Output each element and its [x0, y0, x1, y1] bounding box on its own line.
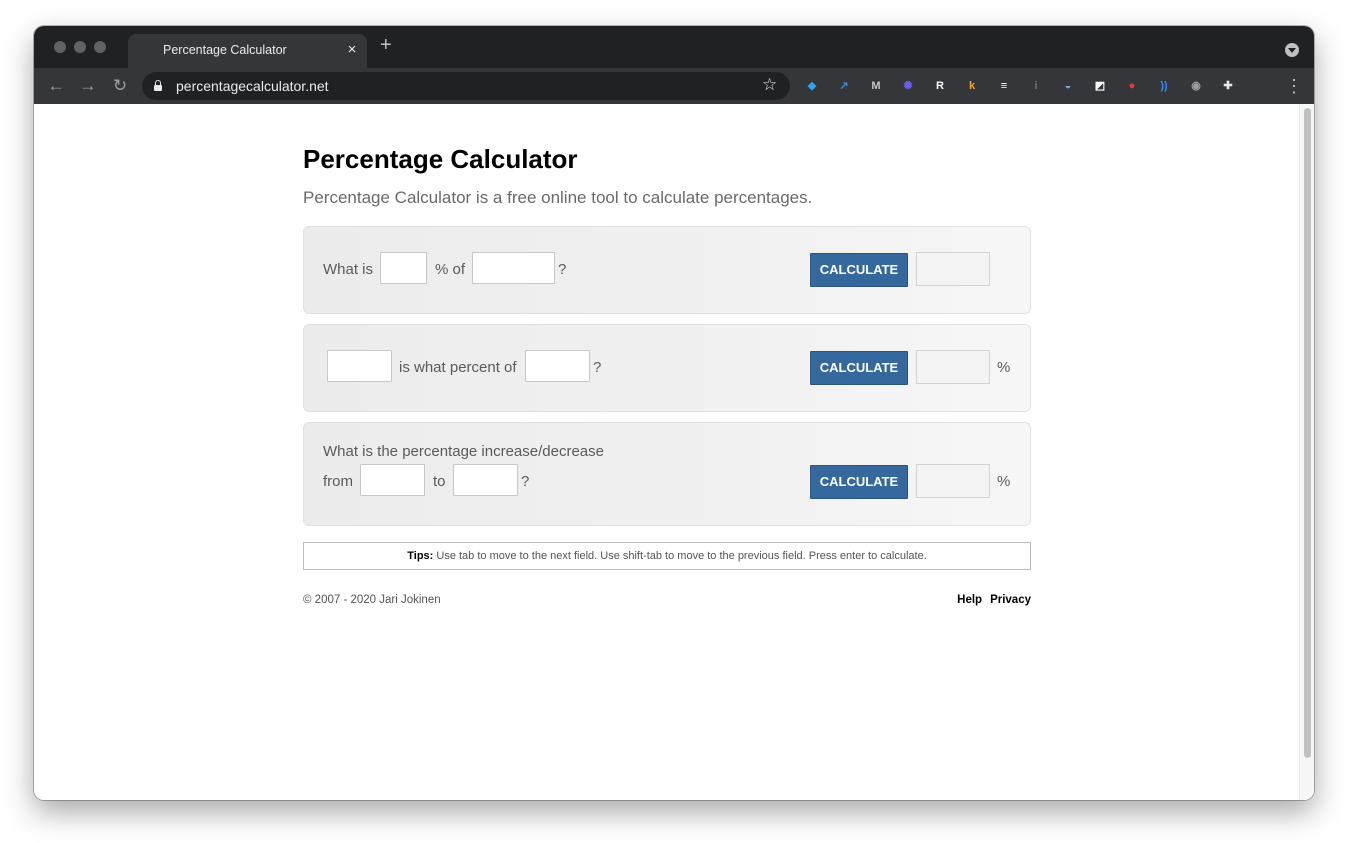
- calc1-result-field[interactable]: [916, 252, 990, 286]
- tab-percentage-calculator[interactable]: Percentage Calculator ×: [128, 34, 367, 68]
- puzzle-extensions-icon[interactable]: ✚: [1220, 78, 1236, 94]
- browser-toolbar: ← → ↻ percentagecalculator.net ☆ ◆ ↗ M ✺ Rk ≡…: [34, 68, 1314, 104]
- calc2-part-input[interactable]: [327, 350, 392, 382]
- footer-links: Help Privacy: [949, 594, 1031, 606]
- scrollbar[interactable]: [1299, 104, 1314, 800]
- new-tab-icon[interactable]: +: [380, 35, 392, 55]
- calc3-result-field[interactable]: [916, 464, 990, 498]
- calc2-calculate-button[interactable]: CALCULATE: [810, 351, 908, 385]
- calc2-label-question: ?: [593, 359, 602, 376]
- tips-box: Tips: Use tab to move to the next field.…: [303, 542, 1031, 570]
- back-icon[interactable]: ←: [46, 76, 66, 96]
- calc3-label-from: from: [323, 473, 353, 490]
- calc3-label-question: ?: [521, 473, 530, 490]
- pokeball-extension-icon[interactable]: ●: [1124, 78, 1140, 94]
- calc-what-is-percent-of: What is % of ? CALCULATE: [303, 226, 1031, 314]
- calc2-whole-input[interactable]: [525, 350, 590, 382]
- info-extension-icon[interactable]: i: [1028, 78, 1044, 94]
- calc-is-what-percent-of: is what percent of ? CALCULATE %: [303, 324, 1031, 412]
- calc3-from-input[interactable]: [360, 464, 425, 496]
- tab-title: Percentage Calculator: [163, 43, 287, 57]
- r-extension-icon[interactable]: R: [932, 78, 948, 94]
- k-extension-icon[interactable]: k: [964, 78, 980, 94]
- page-subtitle: Percentage Calculator is a free online t…: [303, 188, 813, 207]
- calc1-label-percent-of: % of: [435, 261, 466, 278]
- minimize-window-button[interactable]: [74, 41, 86, 53]
- calc1-label-question: ?: [558, 261, 567, 278]
- edit-extension-icon[interactable]: ◩: [1092, 78, 1108, 94]
- calc3-calculate-button[interactable]: CALCULATE: [810, 465, 908, 499]
- forward-icon[interactable]: →: [78, 76, 98, 96]
- sparkle-extension-icon[interactable]: ✺: [900, 78, 916, 94]
- address-bar[interactable]: percentagecalculator.net ☆: [142, 72, 790, 100]
- bookmark-star-icon[interactable]: ☆: [762, 75, 777, 95]
- calc2-label-is-what-percent-of: is what percent of: [399, 359, 517, 376]
- copyright-text: © 2007 - 2020 Jari Jokinen: [303, 594, 441, 606]
- calc3-label-line1: What is the percentage increase/decrease: [323, 443, 604, 460]
- calc1-calculate-button[interactable]: CALCULATE: [810, 253, 908, 287]
- browser-window: Percentage Calculator × + ← → ↻ percenta…: [34, 26, 1314, 800]
- m-extension-icon[interactable]: M: [868, 78, 884, 94]
- url-text[interactable]: percentagecalculator.net: [176, 78, 329, 94]
- tips-text: Use tab to move to the next field. Use s…: [433, 550, 927, 562]
- calc3-to-input[interactable]: [453, 464, 518, 496]
- page-title: Percentage Calculator: [303, 144, 578, 174]
- scrollbar-thumb[interactable]: [1304, 108, 1311, 758]
- monkey-extension-icon[interactable]: ◉: [1188, 78, 1204, 94]
- calc2-percent-suffix: %: [997, 359, 1011, 376]
- gem-extension-icon[interactable]: ◆: [804, 78, 820, 94]
- shield-extension-icon[interactable]: ◒: [1060, 78, 1076, 94]
- lock-icon[interactable]: [154, 80, 162, 91]
- tab-close-icon[interactable]: ×: [344, 41, 360, 58]
- calc1-percent-input[interactable]: [380, 252, 427, 284]
- privacy-link[interactable]: Privacy: [990, 594, 1031, 606]
- calc3-label-to: to: [433, 473, 446, 490]
- help-link[interactable]: Help: [957, 594, 982, 606]
- maximize-window-button[interactable]: [94, 41, 106, 53]
- signal-extension-icon[interactable]: )): [1156, 78, 1172, 94]
- calc3-percent-suffix: %: [997, 473, 1011, 490]
- browser-menu-icon[interactable]: ⋮: [1285, 76, 1303, 96]
- calc-percentage-change: What is the percentage increase/decrease…: [303, 422, 1031, 526]
- page-content: Percentage Calculator Percentage Calcula…: [34, 104, 1314, 800]
- close-window-button[interactable]: [54, 41, 66, 53]
- calc1-value-input[interactable]: [472, 252, 555, 284]
- share-extension-icon[interactable]: ↗: [836, 78, 852, 94]
- tips-label: Tips:: [407, 550, 434, 562]
- notes-extension-icon[interactable]: ≡: [996, 78, 1012, 94]
- tab-strip: Percentage Calculator × +: [34, 26, 1314, 68]
- tab-search-icon[interactable]: [1285, 43, 1299, 57]
- calc2-result-field[interactable]: [916, 350, 990, 384]
- reload-icon[interactable]: ↻: [110, 76, 130, 96]
- calc1-label-what-is: What is: [323, 261, 374, 278]
